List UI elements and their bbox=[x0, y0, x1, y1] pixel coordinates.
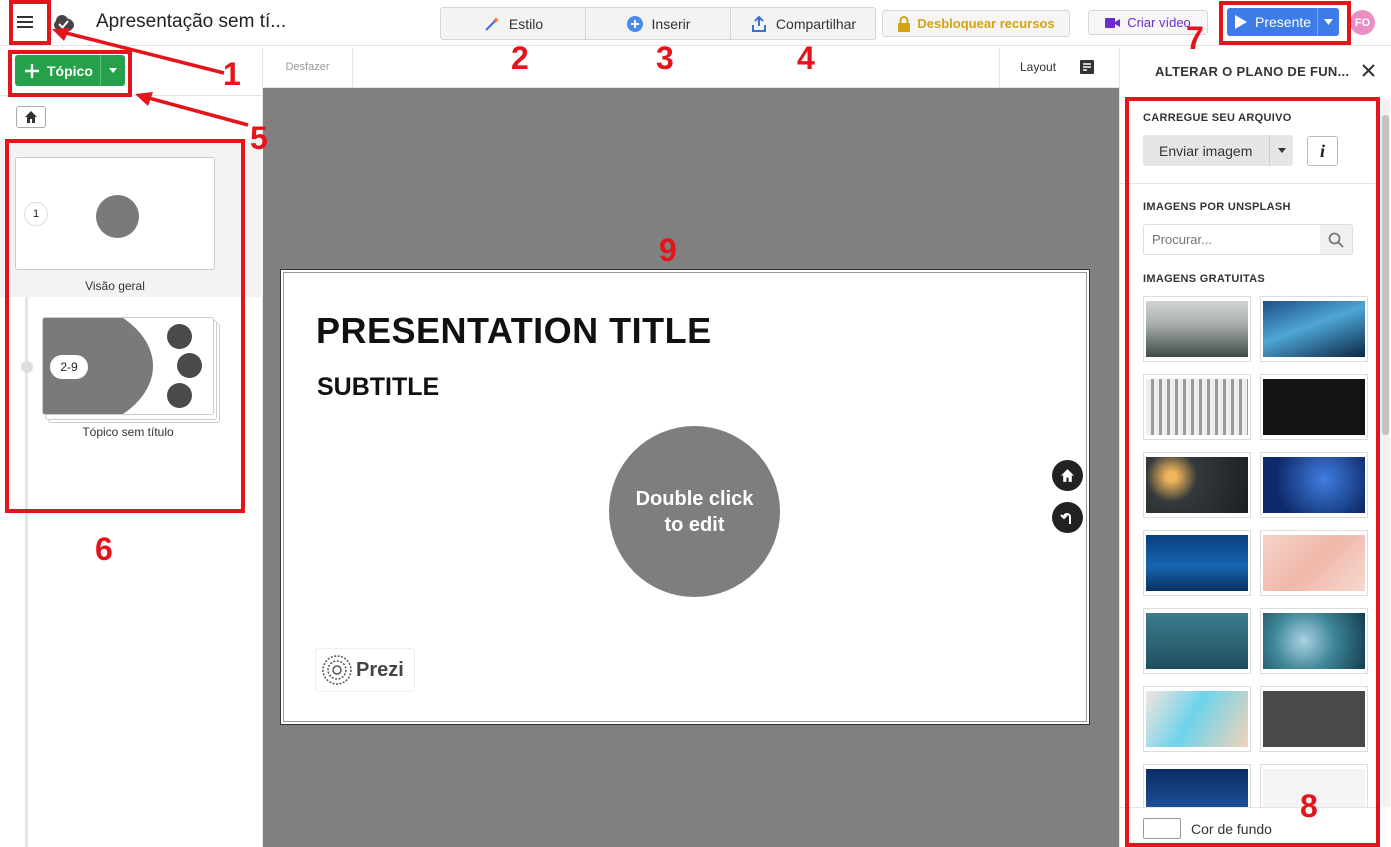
annotation-number-9: 9 bbox=[659, 232, 677, 268]
annotation-number-4: 4 bbox=[797, 40, 815, 76]
annotation-number-2: 2 bbox=[511, 40, 529, 76]
annotation-number-5: 5 bbox=[250, 120, 268, 156]
annotation-number-6: 6 bbox=[95, 531, 113, 567]
annotation-number-1: 1 bbox=[223, 56, 241, 92]
annotation-number-3: 3 bbox=[656, 40, 674, 76]
annotation-number-8: 8 bbox=[1300, 788, 1318, 824]
annotation-number-7: 7 bbox=[1186, 20, 1204, 56]
annotation-arrows bbox=[52, 28, 249, 127]
